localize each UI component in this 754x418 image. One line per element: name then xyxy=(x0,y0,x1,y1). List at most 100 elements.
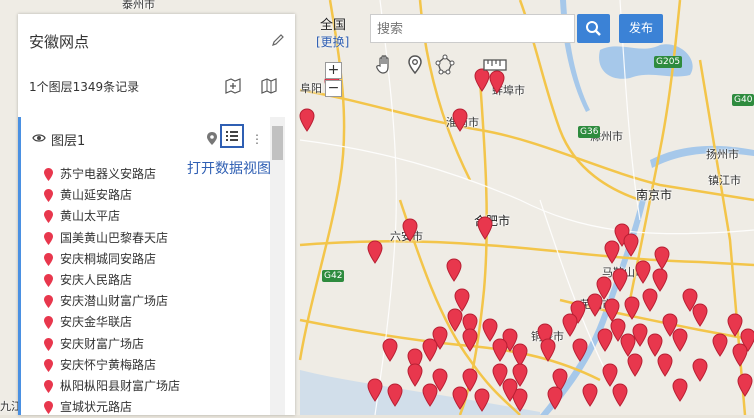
record-label: 苏宁电器义安路店 xyxy=(60,167,157,181)
map-marker-icon[interactable] xyxy=(587,293,603,317)
record-list-item[interactable]: 黄山延安路店 xyxy=(44,185,180,206)
map-marker-icon[interactable] xyxy=(597,328,613,352)
map-marker-icon[interactable] xyxy=(452,386,468,410)
record-list-item[interactable]: 枞阳枞阳县财富广场店 xyxy=(44,376,180,397)
map-marker-icon[interactable] xyxy=(547,386,563,410)
record-marker-icon xyxy=(44,337,53,351)
add-map-icon[interactable] xyxy=(224,78,242,94)
record-list-item[interactable]: 苏宁电器义安路店 xyxy=(44,164,180,185)
record-list-item[interactable]: 国美黄山巴黎春天店 xyxy=(44,228,180,249)
map-marker-icon[interactable] xyxy=(672,328,688,352)
search-button[interactable] xyxy=(577,14,610,43)
map-marker-icon[interactable] xyxy=(732,343,748,367)
map-marker-icon[interactable] xyxy=(654,246,670,270)
map-marker-icon[interactable] xyxy=(462,328,478,352)
record-list-item[interactable]: 安庆财富广场店 xyxy=(44,334,180,355)
record-list-item[interactable]: 黄山太平店 xyxy=(44,206,180,227)
map-marker-icon[interactable] xyxy=(540,338,556,362)
map-marker-icon[interactable] xyxy=(367,378,383,402)
map-marker-icon[interactable] xyxy=(474,388,490,412)
record-label: 安庆财富广场店 xyxy=(60,336,145,351)
map-label-zhenjiang: 镇江市 xyxy=(708,174,741,187)
map-label-top-city: 泰州市 xyxy=(122,0,155,11)
map-marker-icon[interactable] xyxy=(582,383,598,407)
highway-sign-g205: G205 xyxy=(654,56,683,68)
map-marker-icon[interactable] xyxy=(635,260,651,284)
publish-button[interactable]: 发布 xyxy=(619,14,663,43)
map-marker-icon[interactable] xyxy=(612,383,628,407)
map-marker-icon[interactable] xyxy=(382,338,398,362)
layer-location-icon[interactable] xyxy=(207,132,217,145)
map-marker-icon[interactable] xyxy=(402,218,418,242)
edit-pencil-icon[interactable] xyxy=(270,32,286,48)
map-marker-icon[interactable] xyxy=(562,313,578,337)
record-marker-icon xyxy=(44,379,53,393)
map-marker-icon[interactable] xyxy=(477,216,493,240)
record-label: 宣城状元路店 xyxy=(60,400,133,415)
map-marker-icon[interactable] xyxy=(407,363,423,387)
map-marker-icon[interactable] xyxy=(299,108,315,132)
map-marker-icon[interactable] xyxy=(422,338,438,362)
scrollbar[interactable] xyxy=(270,117,285,415)
map-marker-icon[interactable] xyxy=(447,308,463,332)
record-label: 黄山太平店 xyxy=(60,209,121,224)
record-label: 枞阳枞阳县财富广场店 xyxy=(60,378,181,393)
map-marker-icon[interactable] xyxy=(367,240,383,264)
scrollbar-thumb[interactable] xyxy=(272,126,283,160)
location-pin-icon[interactable] xyxy=(402,52,428,78)
ruler-icon[interactable] xyxy=(482,52,508,78)
map-marker-icon[interactable] xyxy=(387,383,403,407)
record-marker-icon xyxy=(44,358,53,372)
record-list-item[interactable]: 安庆金华联店 xyxy=(44,312,180,333)
layer-name[interactable]: 图层1 xyxy=(51,130,85,149)
record-label: 国美黄山巴黎春天店 xyxy=(60,230,169,245)
change-region-link[interactable]: [更换] xyxy=(316,33,349,50)
map-marker-icon[interactable] xyxy=(422,383,438,407)
map-marker-icon[interactable] xyxy=(712,333,728,357)
map-marker-icon[interactable] xyxy=(446,258,462,282)
record-marker-icon xyxy=(44,231,53,245)
map-marker-icon[interactable] xyxy=(502,378,518,402)
data-view-button[interactable] xyxy=(220,124,244,148)
map-marker-icon[interactable] xyxy=(623,233,639,257)
record-list-item[interactable]: 安庆桐城同安路店 xyxy=(44,249,180,270)
highway-sign-g40: G40 xyxy=(732,94,754,106)
region-label: 全国 xyxy=(320,18,347,33)
zoom-out-button[interactable]: − xyxy=(325,80,342,97)
search-icon xyxy=(586,21,601,36)
map-marker-icon[interactable] xyxy=(737,373,753,397)
highway-sign-g42: G42 xyxy=(322,270,345,282)
map-marker-icon[interactable] xyxy=(657,353,673,377)
record-label: 黄山延安路店 xyxy=(60,188,133,203)
record-label: 安庆人民路店 xyxy=(60,272,133,287)
highway-sign-g36: G36 xyxy=(578,126,601,138)
record-label: 安庆怀宁黄梅路店 xyxy=(60,357,157,372)
panel-title: 安徽网点 xyxy=(29,33,90,51)
polygon-draw-icon[interactable] xyxy=(432,52,458,78)
map-marker-icon[interactable] xyxy=(692,358,708,382)
map-marker-icon[interactable] xyxy=(604,240,620,264)
record-marker-icon xyxy=(44,273,53,287)
map-marker-icon[interactable] xyxy=(452,108,468,132)
pan-hand-icon[interactable] xyxy=(372,52,398,78)
map-label-nanjing: 南京市 xyxy=(636,188,673,202)
map-marker-icon[interactable] xyxy=(492,338,508,362)
map-book-icon[interactable] xyxy=(260,78,278,94)
record-list-item[interactable]: 安庆人民路店 xyxy=(44,270,180,291)
record-list-item[interactable]: 安庆潜山财富广场店 xyxy=(44,291,180,312)
map-marker-icon[interactable] xyxy=(624,296,640,320)
record-label: 安庆金华联店 xyxy=(60,315,133,330)
map-marker-icon[interactable] xyxy=(642,288,658,312)
more-options-icon[interactable]: ⋮ xyxy=(251,132,263,146)
search-box xyxy=(370,14,575,43)
map-marker-icon[interactable] xyxy=(572,338,588,362)
zoom-in-button[interactable]: + xyxy=(325,62,342,79)
map-marker-icon[interactable] xyxy=(627,353,643,377)
record-list-item[interactable]: 安庆怀宁黄梅路店 xyxy=(44,355,180,376)
search-input[interactable] xyxy=(371,15,574,43)
map-marker-icon[interactable] xyxy=(672,378,688,402)
visibility-eye-icon[interactable] xyxy=(32,132,46,144)
map-marker-icon[interactable] xyxy=(612,268,628,292)
map-marker-icon[interactable] xyxy=(692,303,708,327)
record-label: 安庆桐城同安路店 xyxy=(60,251,157,266)
